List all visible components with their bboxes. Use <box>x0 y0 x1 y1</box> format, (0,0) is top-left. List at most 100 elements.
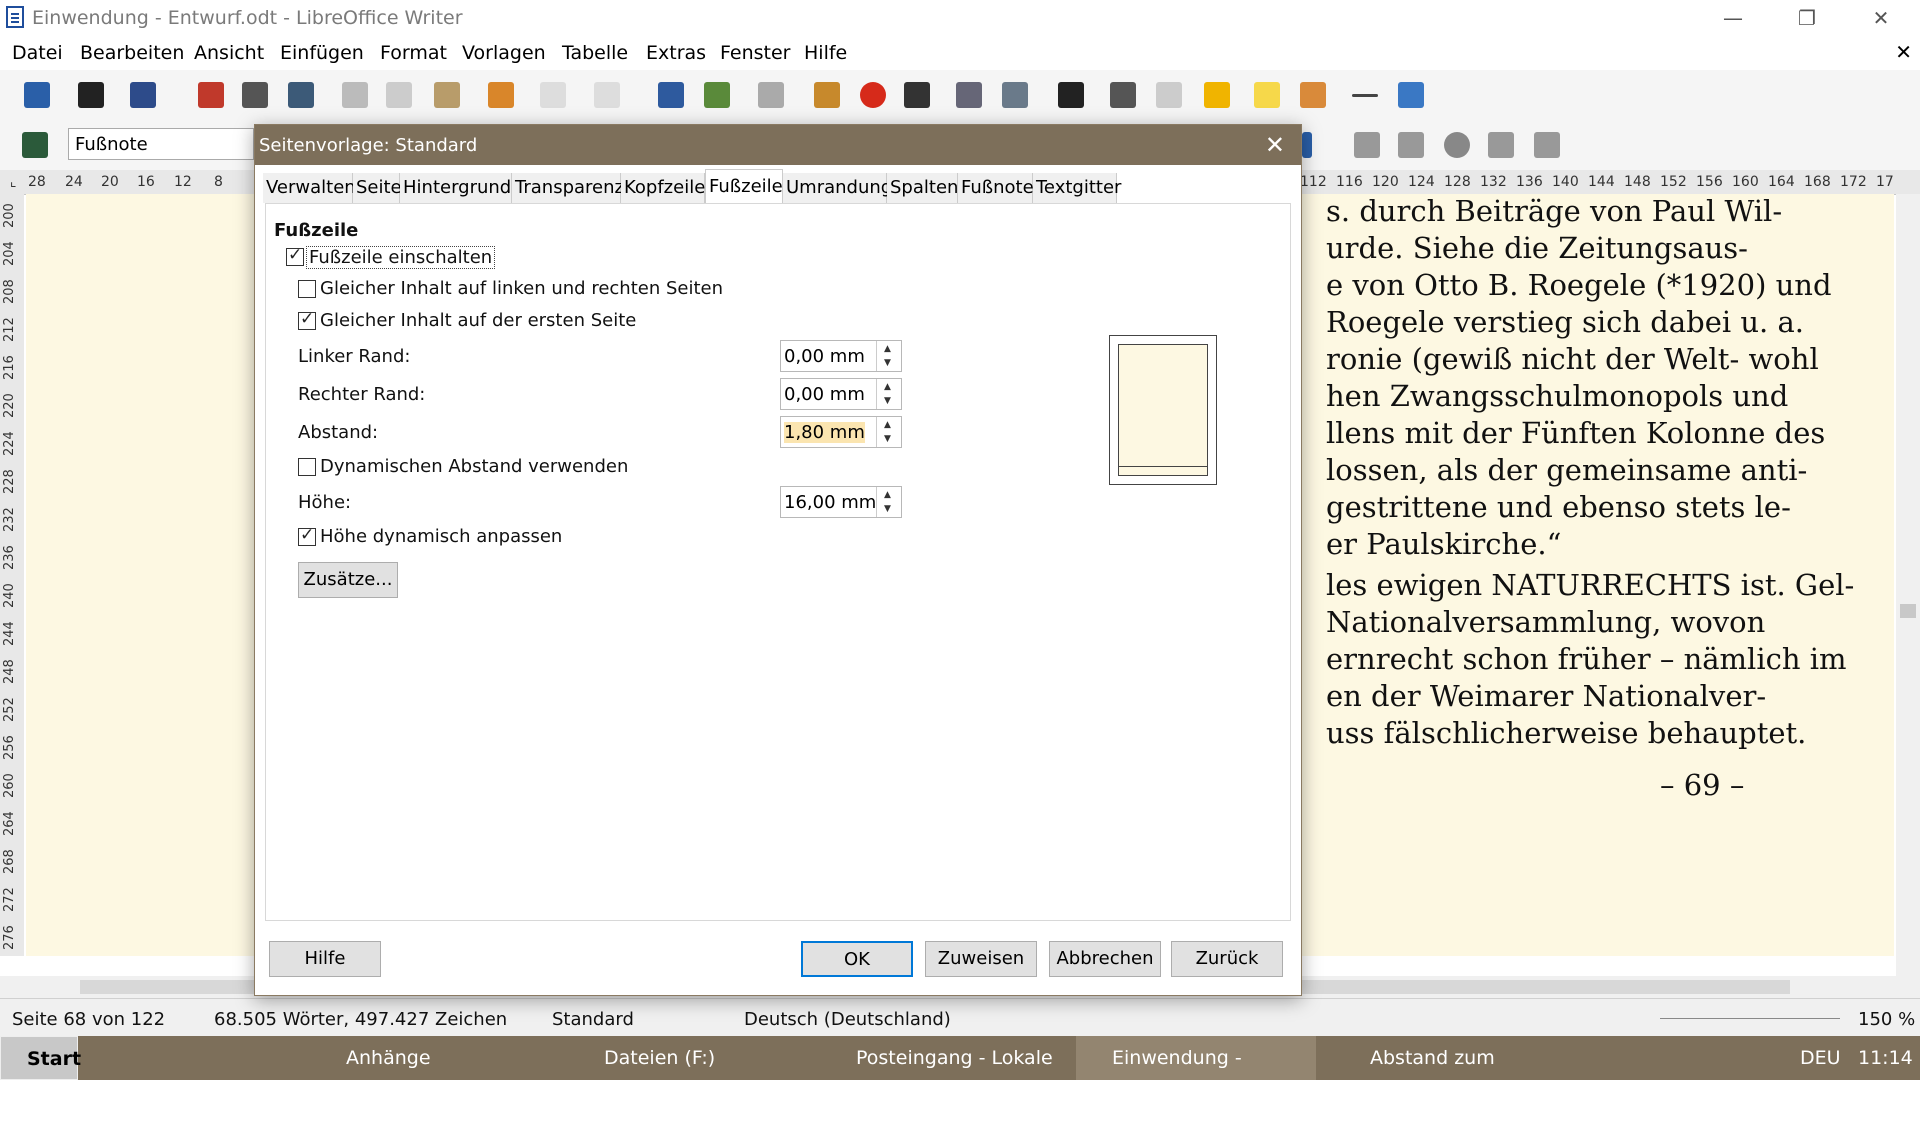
copy-icon[interactable] <box>382 78 416 112</box>
print-icon[interactable] <box>238 78 272 112</box>
menu-fenster[interactable]: Fenster <box>720 42 790 64</box>
dynamic-spacing-label[interactable]: Dynamischen Abstand verwenden <box>320 456 628 477</box>
cancel-button[interactable]: Abbrechen <box>1049 941 1161 977</box>
footnote-icon[interactable] <box>1152 78 1186 112</box>
tab-fussnote[interactable]: Fußnote <box>958 173 1034 203</box>
tab-seite[interactable]: Seite <box>353 173 402 203</box>
basic-shapes-icon[interactable] <box>1394 78 1428 112</box>
same-left-right-checkbox[interactable] <box>298 280 316 298</box>
task-abstand[interactable]: Abstand zum Hauptte... <box>1336 1036 1586 1113</box>
enable-footer-label[interactable]: Fußzeile einschalten <box>306 246 496 269</box>
print-preview-icon[interactable] <box>284 78 318 112</box>
image-icon[interactable] <box>810 78 844 112</box>
formatting-marks-icon[interactable] <box>1298 128 1332 162</box>
tray-language[interactable]: DEU <box>1800 1036 1841 1080</box>
autofit-height-checkbox[interactable] <box>298 525 316 546</box>
menu-einfuegen[interactable]: Einfügen <box>280 42 364 64</box>
redo-icon[interactable] <box>590 78 624 112</box>
dialog-close-button[interactable]: ✕ <box>1265 131 1285 159</box>
close-document-button[interactable]: ✕ <box>1895 40 1912 64</box>
undo-icon[interactable] <box>536 78 570 112</box>
autofit-height-label[interactable]: Höhe dynamisch anpassen <box>320 526 562 547</box>
tab-verwalten[interactable]: Verwalten <box>263 173 356 203</box>
textbox-icon[interactable] <box>900 78 934 112</box>
table-icon[interactable] <box>754 78 788 112</box>
apply-button[interactable]: Zuweisen <box>925 941 1037 977</box>
page-break-icon[interactable] <box>952 78 986 112</box>
hyperlink-icon[interactable] <box>1106 78 1140 112</box>
zoom-level[interactable]: 150 % <box>1858 1009 1915 1030</box>
help-button[interactable]: Hilfe <box>269 941 381 977</box>
tab-kopfzeile[interactable]: Kopfzeile <box>621 173 705 203</box>
spin-arrows[interactable]: ▲ ▼ <box>876 341 901 371</box>
previous-page-icon[interactable] <box>1394 128 1428 162</box>
menu-datei[interactable]: Datei <box>12 42 63 64</box>
menu-bearbeiten[interactable]: Bearbeiten <box>80 42 184 64</box>
reset-button[interactable]: Zurück <box>1171 941 1283 977</box>
special-character-icon[interactable] <box>1054 78 1088 112</box>
tab-transparenz[interactable]: Transparenz <box>512 173 624 203</box>
same-left-right-label[interactable]: Gleicher Inhalt auf linken und rechten S… <box>320 278 723 299</box>
dynamic-spacing-checkbox[interactable] <box>298 458 316 476</box>
comment-icon[interactable] <box>1250 78 1284 112</box>
page-style-status[interactable]: Standard <box>552 1009 634 1030</box>
find-replace-icon[interactable] <box>654 78 688 112</box>
tab-hintergrund[interactable]: Hintergrund <box>400 173 512 203</box>
spellcheck-icon[interactable] <box>700 78 734 112</box>
restore-button[interactable]: ❐ <box>1784 4 1830 32</box>
minimize-button[interactable]: — <box>1710 4 1756 32</box>
zoom-slider[interactable] <box>1660 1018 1840 1019</box>
spin-arrows[interactable]: ▲ ▼ <box>876 379 901 409</box>
dialog-titlebar[interactable]: Seitenvorlage: Standard ✕ <box>255 125 1301 165</box>
close-window-button[interactable]: ✕ <box>1858 4 1904 32</box>
navigator-icon[interactable] <box>1440 128 1474 162</box>
styles-icon[interactable] <box>18 128 52 162</box>
right-margin-spinbox[interactable]: 0,00 mm ▲ ▼ <box>780 378 902 410</box>
menu-tabelle[interactable]: Tabelle <box>562 42 628 64</box>
task-dateien[interactable]: Dateien (F:) <box>570 1036 800 1080</box>
same-first-page-checkbox[interactable] <box>298 309 316 330</box>
save-icon[interactable] <box>126 78 160 112</box>
enable-footer-checkbox[interactable] <box>286 245 304 266</box>
cut-icon[interactable] <box>338 78 372 112</box>
field-icon[interactable] <box>998 78 1032 112</box>
next-page-icon[interactable] <box>1484 128 1518 162</box>
menu-extras[interactable]: Extras <box>646 42 706 64</box>
height-spinbox[interactable]: 16,00 mm ▲ ▼ <box>780 486 902 518</box>
ok-button[interactable]: OK <box>801 941 913 977</box>
spin-arrows[interactable]: ▲ ▼ <box>876 417 901 447</box>
scrollbar-thumb[interactable] <box>1900 604 1916 618</box>
line-icon[interactable] <box>1348 78 1382 112</box>
menu-format[interactable]: Format <box>380 42 447 64</box>
last-page-icon[interactable] <box>1530 128 1564 162</box>
tab-fusszeile[interactable]: Fußzeile <box>705 169 783 203</box>
left-margin-spinbox[interactable]: 0,00 mm ▲ ▼ <box>780 340 902 372</box>
track-changes-icon[interactable] <box>1296 78 1330 112</box>
menu-vorlagen[interactable]: Vorlagen <box>462 42 546 64</box>
more-options-button[interactable]: Zusätze... <box>298 562 398 598</box>
tab-spalten[interactable]: Spalten <box>887 173 958 203</box>
ruler-tab-stop-icon[interactable]: ⌞ <box>10 174 17 190</box>
export-pdf-icon[interactable] <box>194 78 228 112</box>
menu-ansicht[interactable]: Ansicht <box>194 42 264 64</box>
tab-umrandung[interactable]: Umrandung <box>783 173 892 203</box>
tab-textgitter[interactable]: Textgitter <box>1033 173 1121 203</box>
chart-icon[interactable] <box>856 78 890 112</box>
spin-arrows[interactable]: ▲ ▼ <box>876 487 901 517</box>
task-einwendung[interactable]: Einwendung - Entwurf... <box>1076 1036 1316 1113</box>
paste-icon[interactable] <box>430 78 464 112</box>
first-page-icon[interactable] <box>1350 128 1384 162</box>
language-status[interactable]: Deutsch (Deutschland) <box>744 1009 951 1030</box>
word-count[interactable]: 68.505 Wörter, 497.427 Zeichen <box>214 1009 507 1030</box>
task-posteingang[interactable]: Posteingang - Lokale ... <box>826 1036 1056 1113</box>
start-button[interactable]: Start <box>0 1036 81 1080</box>
page-count[interactable]: Seite 68 von 122 <box>12 1009 165 1030</box>
tray-clock[interactable]: 11:14 <box>1858 1036 1913 1080</box>
spacing-spinbox[interactable]: 1,80 mm ▲ ▼ <box>780 416 902 448</box>
same-first-page-label[interactable]: Gleicher Inhalt auf der ersten Seite <box>320 310 636 331</box>
bookmark-icon[interactable] <box>1200 78 1234 112</box>
menu-hilfe[interactable]: Hilfe <box>804 42 847 64</box>
clone-format-icon[interactable] <box>484 78 518 112</box>
vertical-scrollbar[interactable] <box>1896 194 1920 976</box>
paragraph-style-select[interactable]: Fußnote <box>68 128 254 160</box>
